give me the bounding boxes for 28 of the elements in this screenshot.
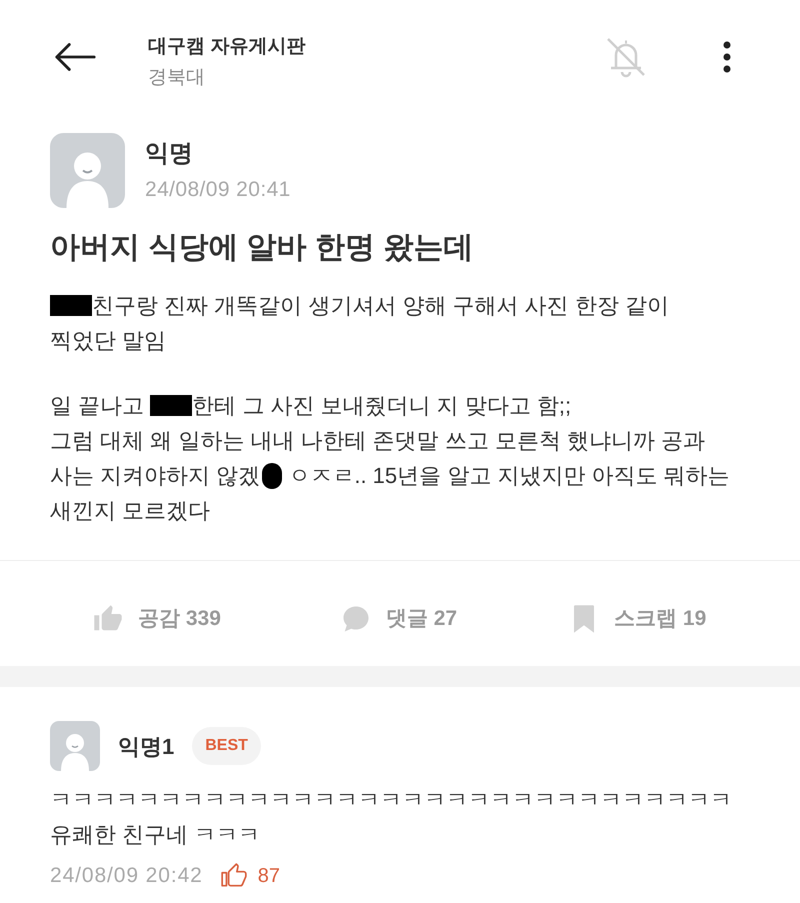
- board-subtitle: 경북대: [148, 67, 206, 89]
- board-title: 대구캠 자유게시판: [148, 35, 306, 59]
- author-name: 익명: [145, 138, 194, 168]
- body-text: 그럼 대체 왜 일하는 내내 나한테 존댓말 쓰고 모른척 했냐니까 공과: [50, 427, 706, 455]
- commenter-name: 익명1: [118, 732, 174, 760]
- post-time: 24/08/09 20:41: [145, 176, 291, 202]
- back-arrow-icon[interactable]: [53, 42, 97, 72]
- best-badge: BEST: [192, 727, 261, 765]
- more-icon[interactable]: [722, 41, 732, 73]
- comment-action-button[interactable]: 댓글 27: [340, 602, 458, 634]
- scrap-action-button[interactable]: 스크랩 19: [569, 602, 706, 636]
- body-text: 한테 그 사진 보내줬더니 지 맞다고 함;;: [192, 392, 572, 420]
- body-text: 찍었단 말임: [50, 327, 166, 355]
- body-text: 사는 지켜야하지 않겠: [50, 462, 260, 490]
- body-text: 친구랑 진짜 개똑같이 생기셔서 양해 구해서 사진 한장 같이: [92, 292, 669, 320]
- avatar-icon: [50, 721, 100, 771]
- avatar-icon: [50, 133, 125, 208]
- comment-like-button[interactable]: 87: [220, 861, 280, 891]
- body-text: 새낀지 모르겠다: [50, 497, 210, 525]
- redaction-mark: [150, 395, 192, 416]
- redaction-mark: [50, 295, 92, 316]
- body-text: ㅇㅈㄹ.. 15년을 알고 지냈지만 아직도 뭐하는: [287, 462, 730, 490]
- redaction-mark: [262, 462, 282, 488]
- body-text: 일 끝나고: [50, 392, 146, 420]
- comment-time: 24/08/09 20:42: [50, 863, 203, 890]
- like-action-button[interactable]: 공감 339: [93, 602, 221, 634]
- comment-text: ㅋㅋㅋㅋㅋㅋㅋㅋㅋㅋㅋㅋㅋㅋㅋㅋㅋㅋㅋㅋㅋㅋㅋㅋㅋㅋㅋㅋㅋㅋㅋ 유쾌한 친구네 ㅋㅋㅋ: [50, 786, 732, 849]
- post-title: 아버지 식당에 알바 한명 왔는데: [50, 230, 474, 266]
